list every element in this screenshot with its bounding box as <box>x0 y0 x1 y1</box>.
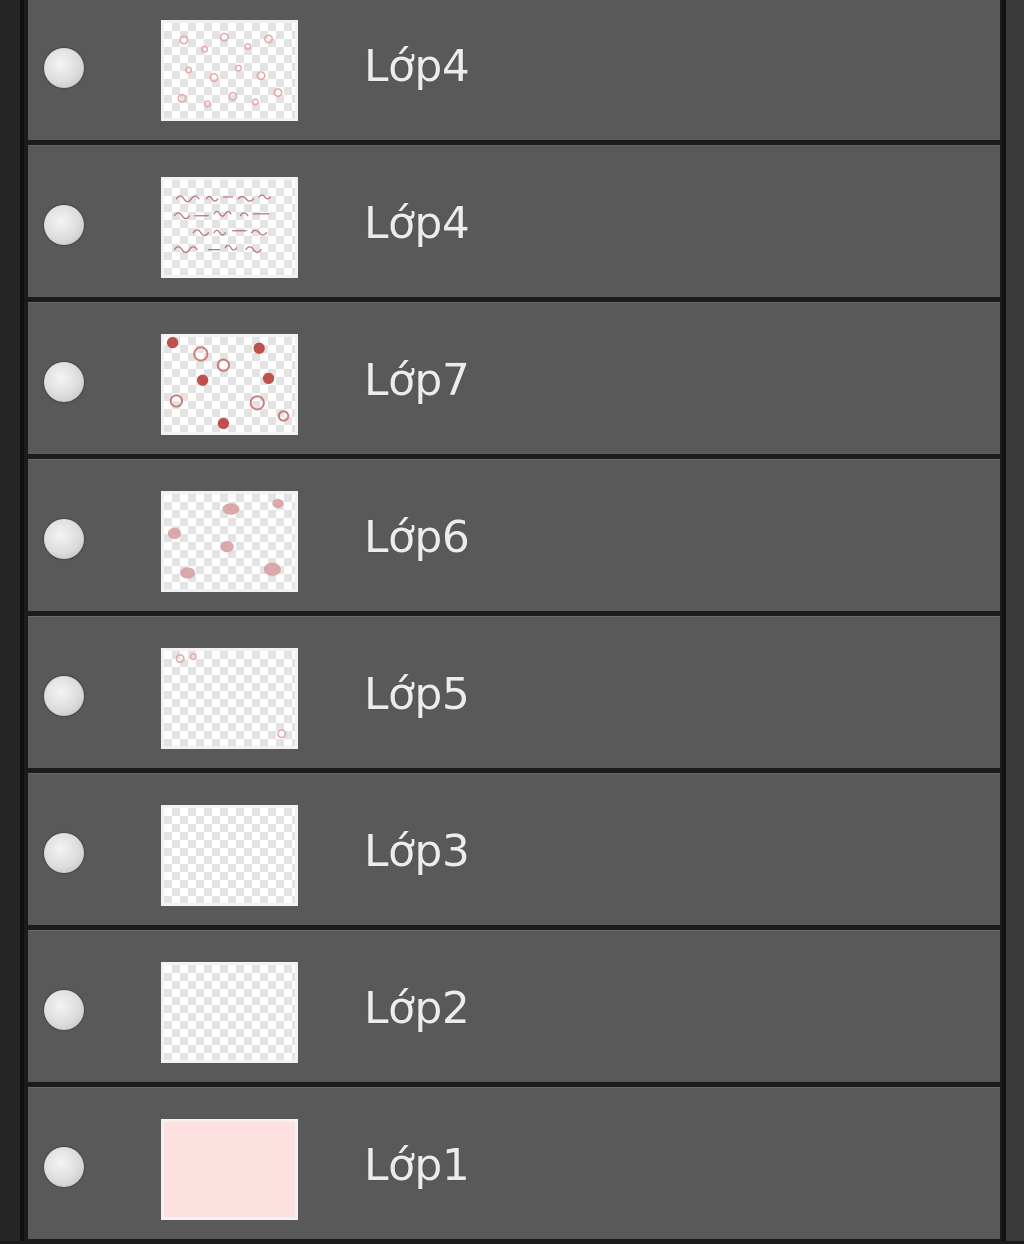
thumbnail-corner-marks <box>175 653 287 739</box>
layer-row[interactable]: Lớp2 <box>28 930 1000 1082</box>
layer-row[interactable]: Lớp7 <box>28 302 1000 454</box>
layer-row[interactable]: Lớp1 <box>28 1087 1000 1239</box>
layer-thumbnail[interactable] <box>161 1119 298 1220</box>
visibility-eye-icon[interactable] <box>44 362 84 402</box>
layer-row[interactable]: Lớp4 <box>28 0 1000 140</box>
layer-thumbnail[interactable] <box>161 334 298 435</box>
layer-row[interactable]: Lớp5 <box>28 616 1000 768</box>
visibility-eye-icon[interactable] <box>44 519 84 559</box>
panel-left-edge <box>0 0 24 1241</box>
layer-row[interactable]: Lớp3 <box>28 773 1000 925</box>
layer-row[interactable]: Lớp6 <box>28 459 1000 611</box>
layer-thumbnail[interactable] <box>161 177 298 278</box>
visibility-eye-icon[interactable] <box>44 990 84 1030</box>
layer-thumbnail[interactable] <box>161 491 298 592</box>
layer-name[interactable]: Lớp4 <box>364 41 470 93</box>
layer-thumbnail[interactable] <box>161 20 298 121</box>
layer-thumbnail[interactable] <box>161 805 298 906</box>
layer-row[interactable]: Lớp4 <box>28 145 1000 297</box>
layer-name[interactable]: Lớp4 <box>364 198 470 250</box>
layer-thumbnail[interactable] <box>161 648 298 749</box>
layer-list: Lớp4 Lớp4 Lớp7 Lớp6 Lớp5 Lớp3 Lớp2 Lớp1 <box>28 0 1000 1244</box>
layer-name[interactable]: Lớp5 <box>364 669 470 721</box>
layers-panel: Lớp4 Lớp4 Lớp7 Lớp6 Lớp5 Lớp3 Lớp2 Lớp1 <box>0 0 1024 1241</box>
thumbnail-faint-dots <box>177 32 283 108</box>
layer-name[interactable]: Lớp3 <box>364 826 470 878</box>
thumbnail-pink-blobs <box>167 498 284 579</box>
layer-thumbnail[interactable] <box>161 962 298 1063</box>
layer-name[interactable]: Lớp7 <box>364 355 470 407</box>
thumbnail-handwriting <box>173 194 272 254</box>
layer-name[interactable]: Lớp6 <box>364 512 470 564</box>
scrollbar[interactable] <box>1002 0 1024 1241</box>
visibility-eye-icon[interactable] <box>44 205 84 245</box>
visibility-eye-icon[interactable] <box>44 676 84 716</box>
layer-name[interactable]: Lớp2 <box>364 983 470 1035</box>
layer-name[interactable]: Lớp1 <box>364 1140 470 1192</box>
thumbnail-red-circles <box>166 337 290 430</box>
visibility-eye-icon[interactable] <box>44 833 84 873</box>
visibility-eye-icon[interactable] <box>44 48 84 88</box>
visibility-eye-icon[interactable] <box>44 1147 84 1187</box>
